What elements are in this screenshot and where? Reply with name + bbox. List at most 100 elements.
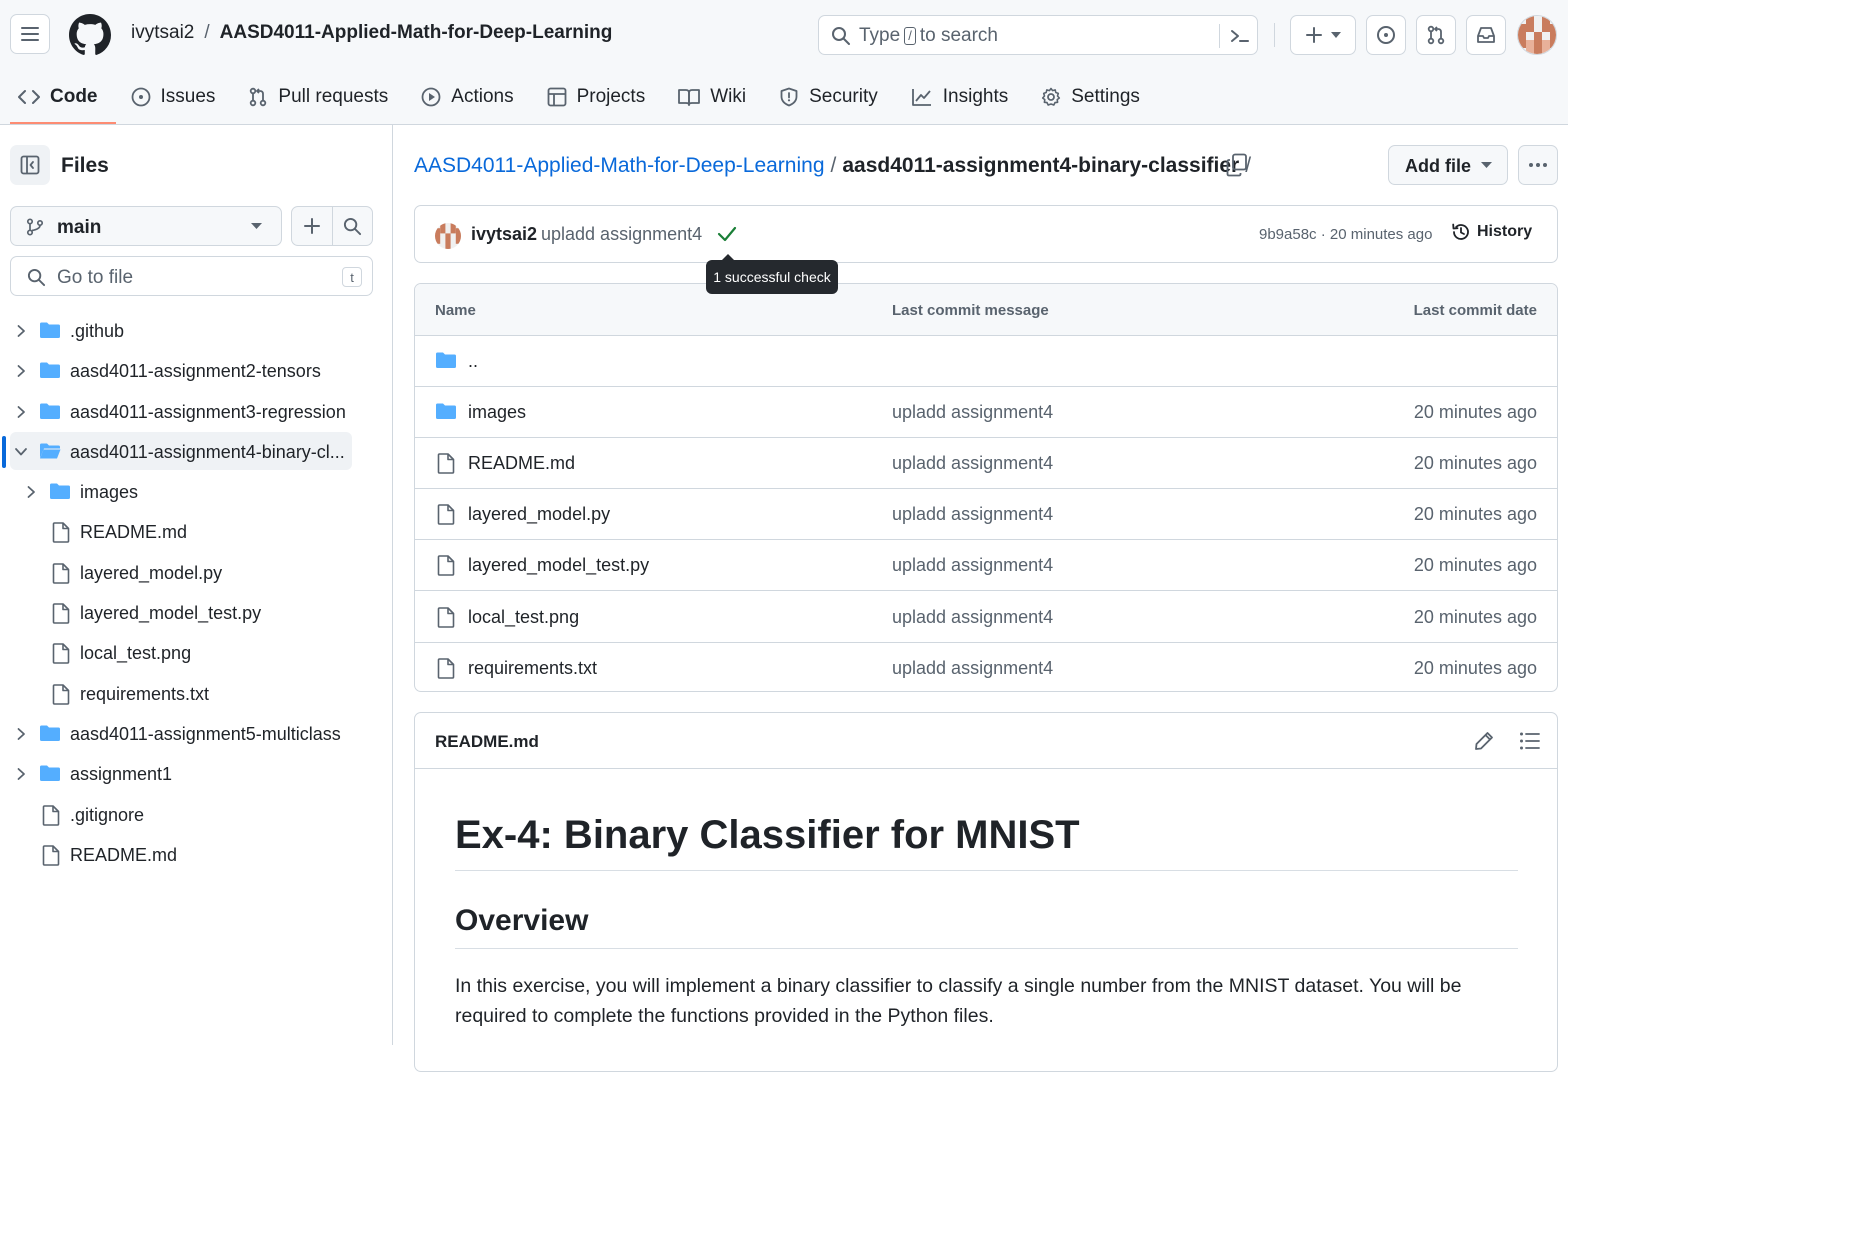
tab-wiki[interactable]: Wiki	[660, 72, 761, 122]
tree-item[interactable]: README.md	[0, 512, 392, 552]
file-name-link[interactable]: layered_model.py	[468, 504, 610, 525]
commit-message-link[interactable]: upladd assignment4	[892, 607, 1053, 628]
copy-path-icon[interactable]	[1226, 153, 1248, 177]
commit-message-link[interactable]: upladd assignment4	[892, 658, 1053, 679]
tree-item[interactable]: layered_model.py	[0, 553, 392, 593]
file-name-link[interactable]: images	[468, 402, 526, 423]
tree-item[interactable]: images	[0, 472, 392, 512]
create-new-button[interactable]	[1290, 15, 1356, 55]
file-table-row[interactable]: README.md upladd assignment4 20 minutes ag…	[415, 438, 1557, 490]
tree-item[interactable]: aasd4011-assignment5-multiclass	[0, 714, 392, 754]
tab-settings[interactable]: Settings	[1023, 72, 1155, 122]
owner-link[interactable]: ivytsai2	[131, 22, 194, 44]
chevron-right-icon[interactable]	[24, 485, 38, 499]
tree-item[interactable]: .gitignore	[0, 795, 392, 835]
file-table: Name Last commit message Last commit dat…	[414, 283, 1558, 692]
file-icon	[52, 522, 70, 544]
search-placeholder-suffix: to search	[919, 25, 998, 46]
tree-item[interactable]: layered_model_test.py	[0, 593, 392, 633]
repo-root-link[interactable]: AASD4011-Applied-Math-for-Deep-Learning	[414, 154, 825, 178]
tab-label: Security	[809, 86, 878, 107]
pencil-icon[interactable]	[1473, 730, 1495, 752]
tree-item-label: README.md	[70, 844, 178, 865]
github-logo-icon[interactable]	[69, 14, 111, 56]
chevron-right-icon[interactable]	[14, 405, 28, 419]
tree-item[interactable]: requirements.txt	[0, 674, 392, 714]
check-icon[interactable]	[717, 225, 737, 243]
selected-indicator	[2, 435, 6, 468]
tab-label: Insights	[942, 86, 1009, 107]
file-table-row[interactable]: images upladd assignment4 20 minutes ago	[415, 387, 1557, 439]
main-content: AASD4011-Applied-Math-for-Deep-Learning …	[394, 125, 1568, 1072]
command-palette-icon[interactable]	[1229, 26, 1251, 46]
file-name-link[interactable]: requirements.txt	[468, 658, 597, 679]
tree-item[interactable]: .github	[0, 311, 392, 351]
tree-item[interactable]: aasd4011-assignment3-regression	[0, 392, 392, 432]
tree-item[interactable]: aasd4011-assignment2-tensors	[0, 351, 392, 391]
tree-item-label: aasd4011-assignment5-multiclass	[70, 723, 341, 744]
tab-insights[interactable]: Insights	[893, 72, 1023, 122]
tab-projects[interactable]: Projects	[529, 72, 661, 122]
tab-issues[interactable]: Issues	[113, 72, 231, 122]
more-options-button[interactable]	[1518, 145, 1558, 185]
menu-button[interactable]	[10, 14, 50, 54]
readme-heading-2: Overview	[455, 904, 1518, 949]
chevron-right-icon[interactable]	[14, 727, 28, 741]
file-name-link[interactable]: local_test.png	[468, 607, 579, 628]
folder-icon	[40, 725, 60, 741]
parent-directory-row[interactable]: ..	[415, 336, 1557, 387]
commit-meta[interactable]: 9b9a58c · 20 minutes ago	[1259, 226, 1432, 243]
collapse-sidebar-button[interactable]	[10, 145, 50, 185]
file-table-row[interactable]: layered_model.py upladd assignment4 20 min…	[415, 489, 1557, 541]
commit-message-link[interactable]: upladd assignment4	[892, 453, 1053, 474]
tab-actions[interactable]: Actions	[403, 72, 528, 122]
chevron-right-icon[interactable]	[14, 324, 28, 338]
chevron-down-icon[interactable]	[14, 445, 28, 459]
caret-down-icon	[251, 223, 262, 229]
branch-selector[interactable]: main	[10, 206, 282, 246]
file-icon	[42, 845, 60, 866]
sidebar-title: Files	[61, 154, 109, 177]
repo-link[interactable]: AASD4011-Applied-Math-for-Deep-Learning	[220, 22, 613, 44]
commit-author-avatar[interactable]	[435, 223, 461, 249]
file-name-link[interactable]: README.md	[468, 453, 575, 474]
commit-message-link[interactable]: upladd assignment4	[892, 402, 1053, 423]
shield-icon	[780, 87, 798, 107]
file-icon	[42, 804, 60, 826]
tree-item[interactable]: assignment1	[0, 754, 392, 794]
search-placeholder-prefix: Type	[859, 25, 901, 46]
parent-directory-link[interactable]: ..	[468, 351, 478, 372]
tab-security[interactable]: Security	[761, 72, 893, 122]
tree-item[interactable]: README.md	[0, 835, 392, 875]
commit-message-link[interactable]: upladd assignment4	[892, 504, 1053, 525]
tree-item-label: layered_model.py	[80, 562, 223, 583]
commit-message-link[interactable]: upladd assignment4	[892, 555, 1053, 576]
tab-pull-requests[interactable]: Pull requests	[230, 72, 403, 122]
tree-item[interactable]: local_test.png	[0, 633, 392, 673]
list-unordered-icon[interactable]	[1519, 731, 1541, 751]
inbox-button[interactable]	[1466, 15, 1506, 55]
issue-opened-icon	[1377, 26, 1395, 44]
chevron-right-icon[interactable]	[14, 767, 28, 781]
add-file-button[interactable]	[292, 207, 332, 245]
file-table-row[interactable]: requirements.txt upladd assignment4 20 min…	[415, 643, 1557, 691]
file-table-row[interactable]: layered_model_test.py upladd assignment4 2…	[415, 540, 1557, 592]
tree-item[interactable]: aasd4011-assignment4-binary-cl...	[0, 431, 392, 472]
file-icon	[52, 643, 70, 665]
history-button[interactable]: History	[1451, 222, 1532, 242]
chevron-right-icon[interactable]	[14, 364, 28, 378]
commit-message[interactable]: upladd assignment4	[541, 224, 702, 245]
readme-title[interactable]: README.md	[435, 732, 539, 752]
add-file-dropdown[interactable]: Add file	[1388, 145, 1508, 185]
global-search-input[interactable]: Type / to search	[818, 15, 1258, 55]
pull-requests-button[interactable]	[1416, 15, 1456, 55]
file-name-link[interactable]: layered_model_test.py	[468, 555, 649, 576]
search-files-button[interactable]	[331, 207, 373, 245]
issues-button[interactable]	[1366, 15, 1406, 55]
repo-breadcrumb: ivytsai2 / AASD4011-Applied-Math-for-Dee…	[131, 22, 612, 44]
go-to-file-input[interactable]: Go to file t	[10, 256, 373, 296]
commit-author[interactable]: ivytsai2	[471, 224, 537, 245]
file-table-row[interactable]: local_test.png upladd assignment4 20 minut…	[415, 592, 1557, 643]
tab-code[interactable]: Code	[0, 72, 115, 124]
user-avatar[interactable]	[1517, 15, 1557, 55]
